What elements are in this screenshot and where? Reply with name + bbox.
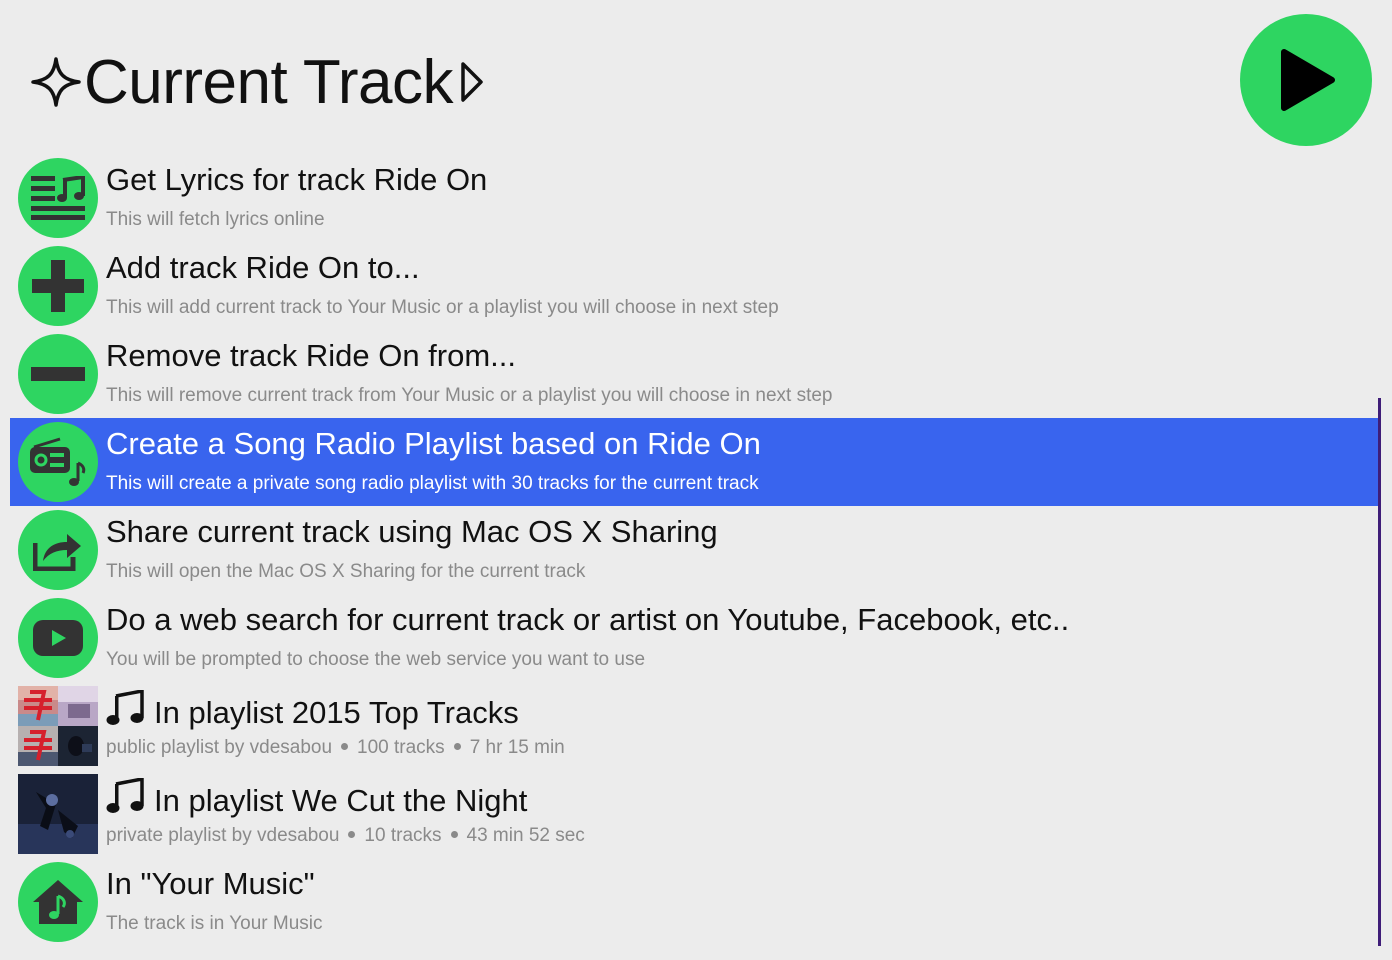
lyrics-icon xyxy=(18,158,98,238)
minus-icon xyxy=(18,334,98,414)
share-icon xyxy=(18,510,98,590)
item-title: Remove track Ride On from... xyxy=(106,338,517,373)
item-subtitle: This will open the Mac OS X Sharing for … xyxy=(106,561,586,582)
item-title: Create a Song Radio Playlist based on Ri… xyxy=(106,426,761,461)
list-item-playlist-2015-top-tracks[interactable]: In playlist 2015 Top Tracks public playl… xyxy=(10,682,1378,770)
scrollbar[interactable] xyxy=(1378,398,1381,946)
list-item-remove-track[interactable]: Remove track Ride On from... This will r… xyxy=(10,330,1378,418)
alfred-window: Current Track Get Lyrics for track Ride … xyxy=(0,0,1392,960)
item-title: In playlist 2015 Top Tracks xyxy=(106,690,519,731)
separator-dot xyxy=(348,831,356,838)
music-note-icon xyxy=(106,778,144,813)
item-subtitle: You will be prompted to choose the web s… xyxy=(106,649,646,670)
separator-dot xyxy=(450,831,458,838)
list-item-web-search[interactable]: Do a web search for current track or art… xyxy=(10,594,1378,682)
list-item-song-radio[interactable]: Create a Song Radio Playlist based on Ri… xyxy=(10,418,1378,506)
playlist-cover-image xyxy=(18,686,98,766)
item-subtitle: The track is in Your Music xyxy=(106,913,323,934)
item-subtitle: This will create a private song radio pl… xyxy=(106,473,759,494)
playlist-cover-image xyxy=(18,774,98,854)
music-note-icon xyxy=(106,690,144,725)
page-title: Current Track xyxy=(84,47,454,117)
playlist-owner: public playlist by vdesabou xyxy=(106,737,333,758)
playlist-duration: 7 hr 15 min xyxy=(469,737,565,758)
playlist-track-count: 10 tracks xyxy=(364,825,442,846)
plus-icon xyxy=(18,246,98,326)
home-music-icon xyxy=(18,862,98,942)
item-title: Share current track using Mac OS X Shari… xyxy=(106,514,718,549)
item-title-text: In playlist We Cut the Night xyxy=(154,783,528,818)
item-subtitle: This will fetch lyrics online xyxy=(106,209,325,230)
play-icon xyxy=(1281,49,1335,111)
youtube-icon xyxy=(18,598,98,678)
item-title: In "Your Music" xyxy=(106,866,315,901)
separator-dot xyxy=(453,743,461,750)
item-subtitle: This will remove current track from Your… xyxy=(106,385,833,406)
playlist-duration: 43 min 52 sec xyxy=(466,825,585,846)
radio-icon xyxy=(18,422,98,502)
playlist-owner: private playlist by vdesabou xyxy=(106,825,340,846)
play-button[interactable] xyxy=(1240,14,1372,146)
item-meta: private playlist by vdesabou 10 tracks 43 … xyxy=(106,825,585,847)
item-subtitle: This will add current track to Your Musi… xyxy=(106,297,779,318)
item-title: Add track Ride On to... xyxy=(106,250,420,285)
separator-dot xyxy=(341,743,349,750)
item-title-text: In playlist 2015 Top Tracks xyxy=(154,695,519,730)
sparkle-icon xyxy=(31,57,81,107)
list-item-your-music[interactable]: In "Your Music" The track is in Your Mus… xyxy=(10,858,1378,946)
item-title: Do a web search for current track or art… xyxy=(106,602,1070,637)
list-item-share[interactable]: Share current track using Mac OS X Shari… xyxy=(10,506,1378,594)
playlist-track-count: 100 tracks xyxy=(357,737,445,758)
item-title: Get Lyrics for track Ride On xyxy=(106,162,488,197)
list-item-get-lyrics[interactable]: Get Lyrics for track Ride On This will f… xyxy=(10,154,1378,242)
item-meta: public playlist by vdesabou 100 tracks 7 h… xyxy=(106,737,565,759)
results-list: Get Lyrics for track Ride On This will f… xyxy=(10,154,1378,946)
triangle-right-icon[interactable] xyxy=(459,60,485,104)
item-title: In playlist We Cut the Night xyxy=(106,778,527,819)
list-item-playlist-we-cut-the-night[interactable]: In playlist We Cut the Night private pla… xyxy=(10,770,1378,858)
list-item-add-track[interactable]: Add track Ride On to... This will add cu… xyxy=(10,242,1378,330)
header: Current Track xyxy=(30,40,485,124)
